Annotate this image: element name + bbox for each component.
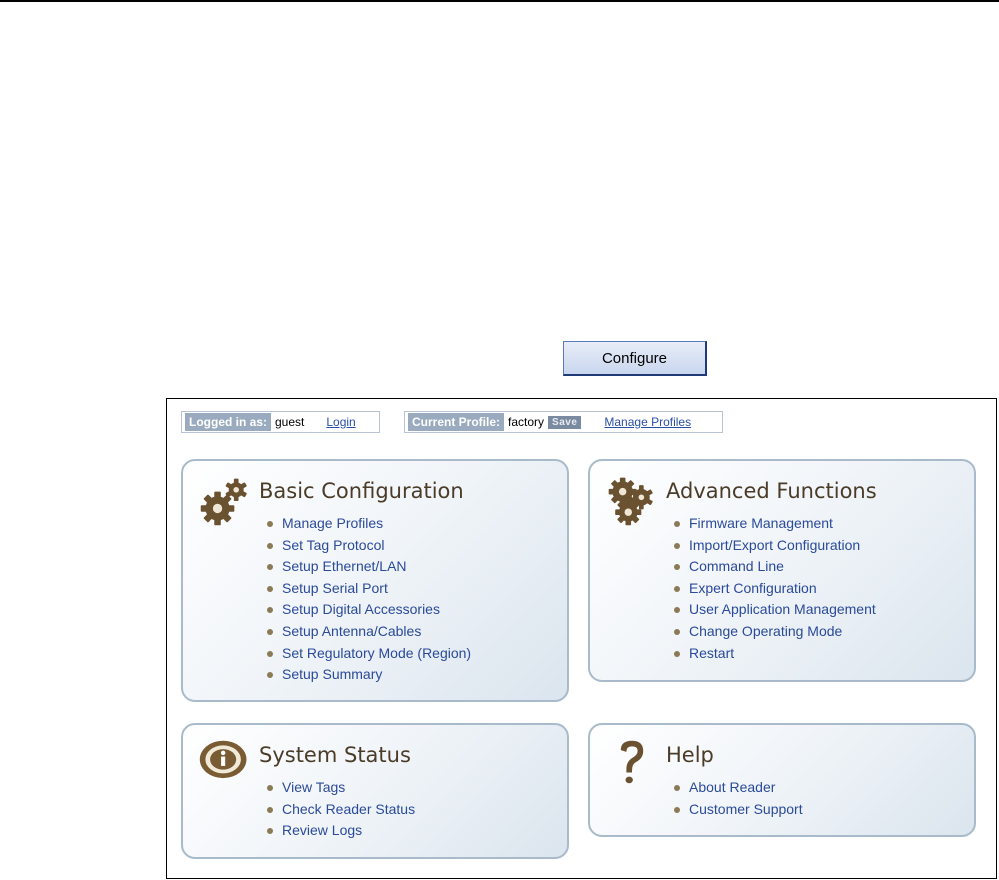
login-status: Logged in as: guest Login [181, 411, 380, 433]
advanced-functions-panel: Advanced Functions Firmware Management I… [588, 459, 976, 682]
profile-status: Current Profile: factory Save Manage Pro… [404, 411, 723, 433]
menu-item-change-operating-mode[interactable]: Change Operating Mode [672, 621, 876, 643]
menu-item-set-tag-protocol[interactable]: Set Tag Protocol [265, 535, 471, 557]
menu-item-firmware-management[interactable]: Firmware Management [672, 513, 876, 535]
menu-item-setup-serial-port[interactable]: Setup Serial Port [265, 578, 471, 600]
system-status-menu: View Tags Check Reader Status Review Log… [265, 777, 415, 842]
menu-item-view-tags[interactable]: View Tags [265, 777, 415, 799]
help-panel: Help About Reader Customer Support [588, 723, 976, 837]
save-button[interactable]: Save [548, 415, 582, 429]
menu-item-review-logs[interactable]: Review Logs [265, 820, 415, 842]
system-status-panel: System Status View Tags Check Reader Sta… [181, 723, 569, 859]
help-menu: About Reader Customer Support [672, 777, 803, 820]
menu-item-setup-digital-accessories[interactable]: Setup Digital Accessories [265, 599, 471, 621]
menu-item-about-reader[interactable]: About Reader [672, 777, 803, 799]
basic-configuration-menu: Manage Profiles Set Tag Protocol Setup E… [265, 513, 471, 686]
menu-item-command-line[interactable]: Command Line [672, 556, 876, 578]
panel-title: Basic Configuration [259, 479, 464, 503]
profile-name: factory [508, 415, 545, 429]
advanced-functions-menu: Firmware Management Import/Export Config… [672, 513, 876, 664]
menu-item-setup-ethernet-lan[interactable]: Setup Ethernet/LAN [265, 556, 471, 578]
login-link[interactable]: Login [326, 415, 355, 429]
gear-cluster-icon [608, 477, 653, 526]
info-icon [199, 740, 247, 779]
menu-item-expert-configuration[interactable]: Expert Configuration [672, 578, 876, 600]
menu-item-customer-support[interactable]: Customer Support [672, 799, 803, 821]
current-profile-label: Current Profile: [408, 413, 505, 431]
logged-in-label: Logged in as: [185, 413, 271, 431]
question-mark-icon [620, 740, 644, 784]
panel-title: Advanced Functions [666, 479, 877, 503]
gears-icon [200, 478, 247, 526]
top-rule [0, 0, 999, 2]
menu-item-set-regulatory-mode[interactable]: Set Regulatory Mode (Region) [265, 643, 471, 665]
menu-item-restart[interactable]: Restart [672, 643, 876, 665]
panel-title: System Status [259, 743, 411, 767]
menu-item-setup-summary[interactable]: Setup Summary [265, 664, 471, 686]
menu-item-manage-profiles[interactable]: Manage Profiles [265, 513, 471, 535]
menu-item-setup-antenna-cables[interactable]: Setup Antenna/Cables [265, 621, 471, 643]
manage-profiles-link[interactable]: Manage Profiles [604, 415, 691, 429]
menu-item-import-export-configuration[interactable]: Import/Export Configuration [672, 535, 876, 557]
reader-home-screenshot: Logged in as: guest Login Current Profil… [166, 398, 997, 879]
menu-item-user-application-management[interactable]: User Application Management [672, 599, 876, 621]
user-name: guest [275, 415, 305, 429]
panel-title: Help [666, 743, 714, 767]
menu-item-check-reader-status[interactable]: Check Reader Status [265, 799, 415, 821]
basic-configuration-panel: Basic Configuration Manage Profiles Set … [181, 459, 569, 702]
configure-button[interactable]: Configure [563, 341, 707, 376]
